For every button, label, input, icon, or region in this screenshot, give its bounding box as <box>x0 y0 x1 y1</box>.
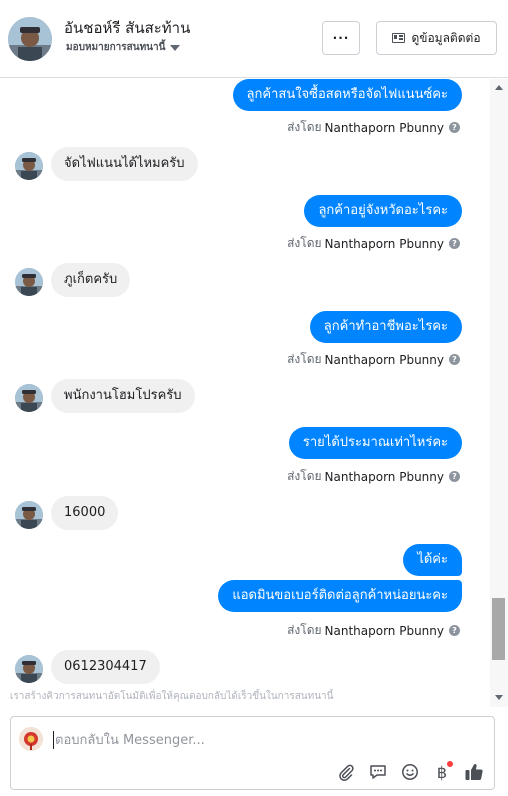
sender-name: Nanthaporn Pbunny <box>324 469 444 484</box>
assign-label: มอบหมายการสนทนานี้ <box>66 42 166 53</box>
question-icon[interactable]: ? <box>449 238 460 249</box>
question-icon[interactable]: ? <box>449 354 460 365</box>
incoming-message[interactable]: พนักงานโฮมโปรครับ <box>51 379 195 413</box>
assign-conversation-dropdown[interactable]: มอบหมายการสนทนานี้ <box>66 40 181 55</box>
outgoing-message[interactable]: ลูกค้าอยู่จังหวัดอะไรคะ <box>304 195 462 227</box>
page-avatar <box>19 727 43 751</box>
system-notice: เราสร้างคิวการสนทนาอัตโนมัติเพื่อให้คุณต… <box>10 691 334 702</box>
incoming-message[interactable]: 16000 <box>51 496 119 530</box>
caret-down-icon <box>170 45 181 51</box>
outgoing-message[interactable]: แอดมินขอเบอร์ติดต่อลูกค้าหน่อยนะคะ <box>218 580 462 612</box>
outgoing-message[interactable]: ได้ค่ะ <box>403 544 462 576</box>
scroll-down-arrow-icon[interactable] <box>495 695 503 700</box>
contact-card-icon <box>392 33 406 43</box>
outgoing-message[interactable]: ลูกค้าทำอาชีพอะไรคะ <box>309 311 462 343</box>
contact-avatar-small <box>15 655 43 683</box>
question-icon[interactable]: ? <box>449 122 460 133</box>
question-icon[interactable]: ? <box>449 471 460 482</box>
sent-by-line: ส่งโดย Nanthaporn Pbunny ? <box>287 118 460 137</box>
paperclip-icon[interactable] <box>335 761 357 783</box>
thumbs-up-icon[interactable] <box>463 761 485 783</box>
thread-scrollbar[interactable] <box>490 79 508 707</box>
chat-bubble-icon[interactable] <box>367 761 389 783</box>
more-options-button[interactable]: ··· <box>322 21 360 55</box>
outgoing-message[interactable]: ลูกค้าสนใจซื้อสดหรือจัดไฟแนนซ์คะ <box>232 79 462 111</box>
outgoing-message[interactable]: รายได้ประมาณเท่าไหร่คะ <box>288 427 462 459</box>
contact-avatar-small <box>15 152 43 180</box>
sent-by-line: ส่งโดย Nanthaporn Pbunny ? <box>287 621 460 640</box>
view-contact-info-label: ดูข้อมูลติดต่อ <box>411 30 481 45</box>
reply-input[interactable] <box>53 731 473 749</box>
baht-icon[interactable]: ฿ <box>431 761 453 783</box>
contact-avatar-small <box>15 384 43 412</box>
sender-name: Nanthaporn Pbunny <box>324 352 444 367</box>
sent-by-line: ส่งโดย Nanthaporn Pbunny ? <box>287 350 460 369</box>
view-contact-info-button[interactable]: ดูข้อมูลติดต่อ <box>376 21 497 55</box>
contact-name: อันชอห์รี สันสะท้าน <box>64 19 191 37</box>
incoming-message[interactable]: จัดไฟแนนได้ไหมครับ <box>51 147 198 181</box>
scrollbar-thumb[interactable] <box>492 598 505 660</box>
sender-name: Nanthaporn Pbunny <box>324 236 444 251</box>
sender-name: Nanthaporn Pbunny <box>324 120 444 135</box>
sent-by-line: ส่งโดย Nanthaporn Pbunny ? <box>287 467 460 486</box>
scroll-up-arrow-icon[interactable] <box>495 85 503 90</box>
incoming-message[interactable]: 0612304417 <box>51 650 160 684</box>
message-composer: ฿ <box>10 716 495 790</box>
question-icon[interactable]: ? <box>449 625 460 636</box>
incoming-message[interactable]: ภูเก็ตครับ <box>51 263 131 297</box>
message-thread[interactable]: ลูกค้าสนใจซื้อสดหรือจัดไฟแนนซ์คะ ส่งโดย … <box>0 79 490 707</box>
sent-by-line: ส่งโดย Nanthaporn Pbunny ? <box>287 234 460 253</box>
smiley-icon[interactable] <box>399 761 421 783</box>
conversation-header: อันชอห์รี สันสะท้าน มอบหมายการสนทนานี้ ·… <box>0 0 508 78</box>
contact-avatar[interactable] <box>8 17 52 61</box>
contact-avatar-small <box>15 268 43 296</box>
sender-name: Nanthaporn Pbunny <box>324 623 444 638</box>
notification-dot <box>447 761 453 767</box>
contact-avatar-small <box>15 501 43 529</box>
